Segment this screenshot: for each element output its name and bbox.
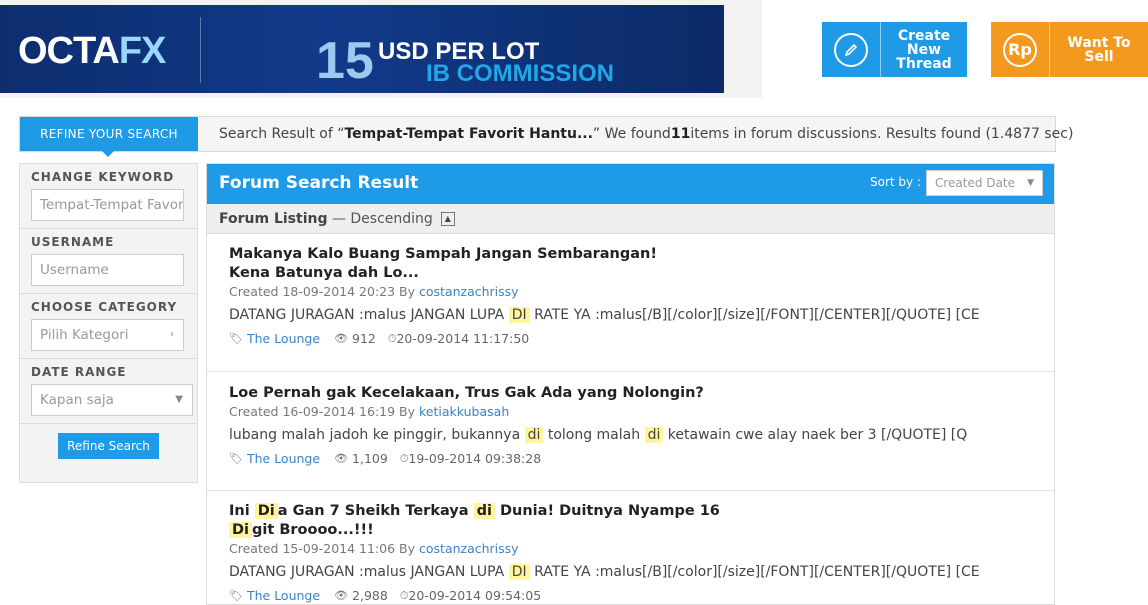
eye-icon: 👁: [334, 452, 349, 465]
tag-icon: 🏷: [229, 452, 243, 465]
want-to-sell-button[interactable]: Rp Want To Sell: [991, 22, 1148, 77]
thread-author-link[interactable]: ketiakkubasah: [419, 404, 509, 419]
result-title: Forum Search Result: [219, 173, 419, 193]
thread-meta: Created 16-09-2014 16:19 By ketiakkubasa…: [229, 404, 510, 419]
thread-category-link[interactable]: The Lounge: [247, 451, 320, 466]
keyword-section: CHANGE KEYWORD Tempat-Tempat Favorit Han…: [20, 164, 197, 229]
thread-footer: 🏷 The Lounge 👁 1,109 ⏱ 19-09-2014 09:38:2…: [229, 451, 1032, 466]
chevron-down-icon: ▼: [175, 394, 183, 405]
result-header: Forum Search Result Sort by : Created Da…: [207, 164, 1054, 204]
listing-order: — Descending: [331, 210, 433, 227]
thread-item: Makanya Kalo Buang Sampah Jangan Sembara…: [207, 234, 1054, 372]
refine-sidebar: CHANGE KEYWORD Tempat-Tempat Favorit Han…: [19, 163, 198, 483]
thread-snippet: lubang malah jadoh ke pinggir, bukannya …: [229, 427, 968, 443]
search-query: Tempat-Tempat Favorit Hantu...: [344, 126, 593, 142]
view-count: 1,109: [352, 451, 388, 466]
view-count: 2,988: [352, 588, 388, 603]
eye-icon: 👁: [334, 589, 349, 602]
forum-listing-header: Forum Listing — Descending ▲: [207, 204, 1054, 234]
rupiah-icon: Rp: [991, 22, 1050, 77]
sort-select[interactable]: Created Date ▼: [926, 170, 1043, 196]
chevron-down-icon: ▼: [1027, 178, 1034, 188]
tag-icon: 🏷: [229, 589, 243, 602]
category-select[interactable]: Pilih Kategori ›: [31, 319, 184, 351]
keyword-highlight: DI: [508, 307, 530, 323]
refine-search-button[interactable]: Refine Search: [58, 433, 159, 459]
thread-meta: Created 18-09-2014 20:23 By costanzachri…: [229, 284, 519, 299]
thread-item: Loe Pernah gak Kecelakaan, Trus Gak Ada …: [207, 372, 1054, 491]
keyword-highlight: di: [644, 427, 664, 443]
ad-banner[interactable]: OCTAFX 15 USD PER LOT IB COMMISSION: [0, 0, 762, 98]
keyword-highlight: Di: [229, 522, 253, 538]
thread-snippet: DATANG JURAGAN :malus JANGAN LUPA DI RAT…: [229, 564, 980, 580]
date-range-title: DATE RANGE: [31, 365, 127, 379]
thread-category-link[interactable]: The Lounge: [247, 588, 320, 603]
tag-icon: 🏷: [229, 332, 243, 345]
keyword-input[interactable]: Tempat-Tempat Favorit Hantu: [31, 189, 184, 221]
date-range-select[interactable]: Kapan saja ▼: [31, 384, 193, 416]
chevron-right-icon: ›: [170, 329, 174, 340]
category-section: CHOOSE CATEGORY Pilih Kategori ›: [20, 294, 197, 359]
thread-author-link[interactable]: costanzachrissy: [419, 541, 519, 556]
collapse-icon[interactable]: ▲: [440, 211, 455, 226]
view-count: 912: [352, 331, 376, 346]
clock-icon: ⏱: [399, 588, 409, 602]
last-post-time: 20-09-2014 09:54:05: [408, 588, 542, 603]
banner-divider: [200, 17, 201, 83]
last-post-time: 19-09-2014 09:38:28: [408, 451, 542, 466]
username-input[interactable]: Username: [31, 254, 184, 286]
clock-icon: ⏱: [387, 331, 397, 345]
thread-item: Ini Di a Gan 7 Sheikh Terkaya di Dunia! D…: [207, 491, 1054, 604]
result-count: 11: [670, 126, 691, 142]
forum-search-result-panel: Forum Search Result Sort by : Created Da…: [206, 163, 1055, 605]
thread-author-link[interactable]: costanzachrissy: [419, 284, 519, 299]
search-result-summary: Search Result of “Tempat-Tempat Favorit …: [219, 126, 1074, 142]
thread-footer: 🏷 The Lounge 👁 2,988 ⏱ 20-09-2014 09:54:0…: [229, 588, 1032, 603]
keyword-title: CHANGE KEYWORD: [31, 170, 175, 184]
ad-banner-image[interactable]: OCTAFX 15 USD PER LOT IB COMMISSION: [0, 5, 724, 93]
eye-icon: 👁: [334, 332, 349, 345]
sort-label: Sort by :: [870, 175, 921, 189]
keyword-highlight: di: [473, 503, 495, 519]
username-section: USERNAME Username: [20, 229, 197, 294]
want-to-sell-label: Want To Sell: [1067, 34, 1131, 65]
octafx-logo: OCTAFX: [18, 30, 166, 72]
create-new-thread-label: Create New Thread: [896, 27, 952, 72]
thread-title-link[interactable]: Loe Pernah gak Kecelakaan, Trus Gak Ada …: [229, 384, 1032, 403]
create-new-thread-button[interactable]: Create New Thread: [822, 22, 967, 77]
search-result-bar: REFINE YOUR SEARCH Search Result of “Tem…: [19, 116, 1073, 157]
thread-title-link[interactable]: Makanya Kalo Buang Sampah Jangan Sembara…: [229, 245, 699, 283]
thread-title-link[interactable]: Ini Di a Gan 7 Sheikh Terkaya di Dunia! D…: [229, 502, 729, 540]
refine-your-search-tab[interactable]: REFINE YOUR SEARCH: [20, 117, 198, 157]
banner-amount: 15: [316, 32, 374, 90]
thread-snippet: DATANG JURAGAN :malus JANGAN LUPA DI RAT…: [229, 307, 980, 323]
keyword-highlight: di: [524, 427, 544, 443]
thread-meta: Created 15-09-2014 11:06 By costanzachri…: [229, 541, 519, 556]
thread-category-link[interactable]: The Lounge: [247, 331, 320, 346]
pencil-icon: [822, 22, 881, 77]
username-title: USERNAME: [31, 235, 115, 249]
date-range-section: DATE RANGE Kapan saja ▼: [20, 359, 197, 424]
listing-label: Forum Listing: [219, 210, 328, 227]
keyword-highlight: DI: [508, 564, 530, 580]
clock-icon: ⏱: [399, 451, 409, 465]
keyword-highlight: Di: [254, 503, 278, 519]
category-title: CHOOSE CATEGORY: [31, 300, 178, 314]
thread-footer: 🏷 The Lounge 👁 912 ⏱ 20-09-2014 11:17:50: [229, 331, 1032, 346]
banner-line2: IB COMMISSION: [426, 60, 615, 87]
last-post-time: 20-09-2014 11:17:50: [396, 331, 530, 346]
